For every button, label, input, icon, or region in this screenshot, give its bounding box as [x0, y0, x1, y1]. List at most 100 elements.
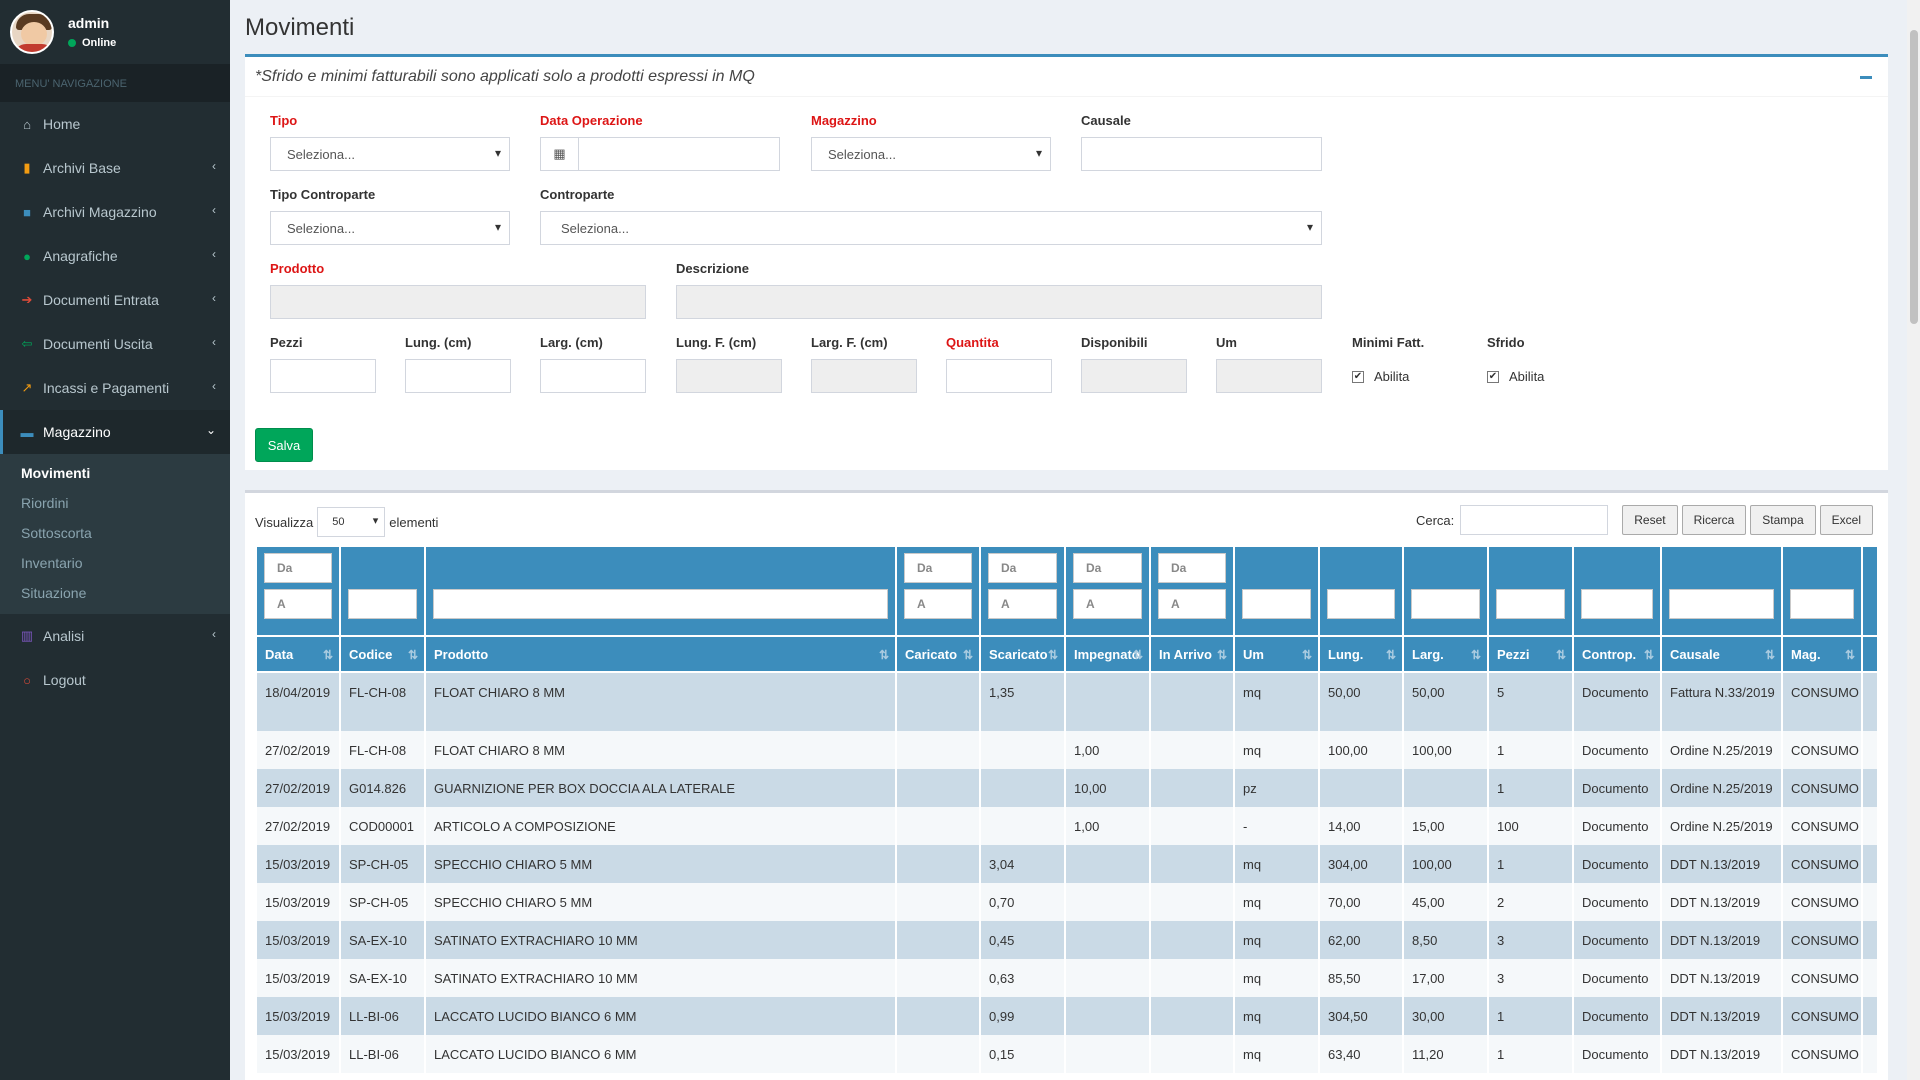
excel-button[interactable]: Excel	[1819, 505, 1873, 535]
filter-um[interactable]	[1242, 589, 1311, 619]
table-cell: SP-CH-05	[341, 845, 426, 883]
sidebar-item-analisi[interactable]: ▥ Analisi ‹	[0, 614, 230, 658]
filter-mag[interactable]	[1790, 589, 1854, 619]
table-row[interactable]: 15/03/2019 SA-EX-10 SATINATO EXTRACHIARO 1…	[257, 959, 1879, 997]
filter-scaricato-to[interactable]: A	[988, 589, 1057, 619]
filter-data-to[interactable]: A	[264, 589, 332, 619]
table-row[interactable]: 27/02/2019 G014.826 GUARNIZIONE PER BOX DO…	[257, 769, 1879, 807]
col-header-data[interactable]: Data ⇅	[257, 635, 341, 673]
sidebar-item-documenti-entrata[interactable]: ➔ Documenti Entrata ‹	[0, 278, 230, 322]
table-cell: 27/02/2019	[257, 731, 341, 769]
col-header-codice[interactable]: Codice ⇅	[341, 635, 426, 673]
sidebar-item-logout[interactable]: ○ Logout	[0, 658, 230, 702]
submenu-item-riordini[interactable]: Riordini	[0, 488, 230, 518]
filter-scaricato-from[interactable]: Da	[988, 553, 1057, 583]
filter-codice[interactable]	[348, 589, 417, 619]
col-header-lung[interactable]: Lung. ⇅	[1320, 635, 1404, 673]
submenu-item-situazione[interactable]: Situazione	[0, 578, 230, 608]
collapse-icon[interactable]	[1860, 76, 1872, 79]
larg-input[interactable]	[540, 359, 646, 393]
col-header-inarrivo[interactable]: In Arrivo ⇅	[1151, 635, 1235, 673]
table-row[interactable]: 15/03/2019 LL-BI-06 LACCATO LUCIDO BIANCO …	[257, 1035, 1879, 1073]
filter-caricato-from[interactable]: Da	[904, 553, 972, 583]
sidebar-item-archivi-magazzino[interactable]: ■ Archivi Magazzino ‹	[0, 190, 230, 234]
controparte-select[interactable]: Seleziona...	[540, 211, 1322, 245]
col-header-pezzi[interactable]: Pezzi ⇅	[1489, 635, 1574, 673]
table-cell	[897, 807, 981, 845]
submenu-item-inventario[interactable]: Inventario	[0, 548, 230, 578]
table-cell: SA-EX-10	[341, 921, 426, 959]
table-cell: CONSUMO	[1783, 845, 1863, 883]
submenu-item-movimenti[interactable]: Movimenti	[0, 458, 230, 488]
col-header-scaricato[interactable]: Scaricato ⇅	[981, 635, 1066, 673]
table-row[interactable]: 27/02/2019 FL-CH-08 FLOAT CHIARO 8 MM 1,00 m…	[257, 731, 1879, 769]
stampa-button[interactable]: Stampa	[1750, 505, 1816, 535]
table-cell: Documento	[1574, 997, 1662, 1035]
filter-lung[interactable]	[1327, 589, 1395, 619]
table-row[interactable]: 18/04/2019 FL-CH-08 FLOAT CHIARO 8 MM 1,35 m…	[257, 673, 1879, 731]
col-header-prodotto[interactable]: Prodotto ⇅	[426, 635, 897, 673]
calendar-icon[interactable]: ▦	[541, 138, 579, 170]
magazzino-select[interactable]: Seleziona...	[811, 137, 1051, 171]
reset-button[interactable]: Reset	[1622, 505, 1678, 535]
tipo-select[interactable]: Seleziona...	[270, 137, 510, 171]
filter-controp[interactable]	[1581, 589, 1653, 619]
tipo-controparte-select[interactable]: Seleziona...	[270, 211, 510, 245]
search-input[interactable]	[1460, 505, 1609, 535]
sidebar-item-incassi-pagamenti[interactable]: ↗ Incassi e Pagamenti ‹	[0, 366, 230, 410]
table-row[interactable]: 15/03/2019 SP-CH-05 SPECCHIO CHIARO 5 MM 0,…	[257, 883, 1879, 921]
table-cell: mq	[1235, 731, 1320, 769]
filter-inarrivo-from[interactable]: Da	[1158, 553, 1226, 583]
sidebar-item-magazzino[interactable]: ▬ Magazzino ⌄	[0, 410, 230, 454]
submenu-item-sottoscorta[interactable]: Sottoscorta	[0, 518, 230, 548]
sidebar-item-documenti-uscita[interactable]: ⇦ Documenti Uscita ‹	[0, 322, 230, 366]
scrollbar-thumb[interactable]	[1910, 30, 1918, 324]
col-header-causale[interactable]: Causale ⇅	[1662, 635, 1783, 673]
quantita-label: Quantita	[946, 335, 999, 350]
save-button[interactable]: Salva	[255, 428, 313, 462]
filter-caricato-to[interactable]: A	[904, 589, 972, 619]
chevron-left-icon: ‹	[212, 203, 216, 217]
filter-causale[interactable]	[1669, 589, 1774, 619]
filter-larg[interactable]	[1411, 589, 1480, 619]
table-cell: 0,15	[981, 1035, 1066, 1073]
table-row[interactable]: 27/02/2019 COD00001 ARTICOLO A COMPOSIZION…	[257, 807, 1879, 845]
table-row[interactable]: 15/03/2019 SA-EX-10 SATINATO EXTRACHIARO 1…	[257, 921, 1879, 959]
sfrido-checkbox[interactable]: ✔ Abilita	[1487, 369, 1544, 384]
sort-icon: ⇅	[1385, 648, 1396, 662]
table-cell: LL-BI-06	[341, 997, 426, 1035]
table-cell: 15/03/2019	[257, 997, 341, 1035]
table-cell: 15/03/2019	[257, 921, 341, 959]
page-length-select[interactable]: 50	[317, 507, 386, 537]
ricerca-button[interactable]: Ricerca	[1681, 505, 1747, 535]
table-row[interactable]: 15/03/2019 SP-CH-05 SPECCHIO CHIARO 5 MM 3,…	[257, 845, 1879, 883]
col-header-mag[interactable]: Mag. ⇅	[1783, 635, 1863, 673]
col-header-um[interactable]: Um ⇅	[1235, 635, 1320, 673]
sidebar-item-home[interactable]: ⌂ Home	[0, 102, 230, 146]
col-header-larg[interactable]: Larg. ⇅	[1404, 635, 1489, 673]
filter-impegnato-from[interactable]: Da	[1073, 553, 1142, 583]
col-header-caricato[interactable]: Caricato ⇅	[897, 635, 981, 673]
col-header-impegnato[interactable]: Impegnato ⇅	[1066, 635, 1151, 673]
filter-pezzi[interactable]	[1496, 589, 1565, 619]
quantita-input[interactable]	[946, 359, 1052, 393]
prodotto-input[interactable]	[270, 285, 646, 319]
data-operazione-input[interactable]: ▦	[540, 137, 780, 171]
pezzi-input[interactable]	[270, 359, 376, 393]
sidebar-item-anagrafiche[interactable]: ● Anagrafiche ‹	[0, 234, 230, 278]
chevron-down-icon: ⌄	[205, 423, 216, 437]
sidebar-item-archivi-base[interactable]: ▮ Archivi Base ‹	[0, 146, 230, 190]
lung-input[interactable]	[405, 359, 511, 393]
filter-impegnato-to[interactable]: A	[1073, 589, 1142, 619]
table-row[interactable]: 15/03/2019 LL-BI-06 LACCATO LUCIDO BIANCO …	[257, 997, 1879, 1035]
col-header-controp[interactable]: Controp. ⇅	[1574, 635, 1662, 673]
filter-inarrivo-to[interactable]: A	[1158, 589, 1226, 619]
table-cell: 100	[1489, 807, 1574, 845]
minimi-fatt-checkbox[interactable]: ✔ Abilita	[1352, 369, 1409, 384]
filter-data-from[interactable]: Da	[264, 553, 332, 583]
arrow-right-icon: ➔	[21, 292, 33, 307]
filter-prodotto[interactable]	[433, 589, 888, 619]
page-scrollbar[interactable]	[1907, 0, 1920, 1080]
causale-input[interactable]	[1081, 137, 1322, 171]
table-cell: LL-BI-06	[341, 1035, 426, 1073]
